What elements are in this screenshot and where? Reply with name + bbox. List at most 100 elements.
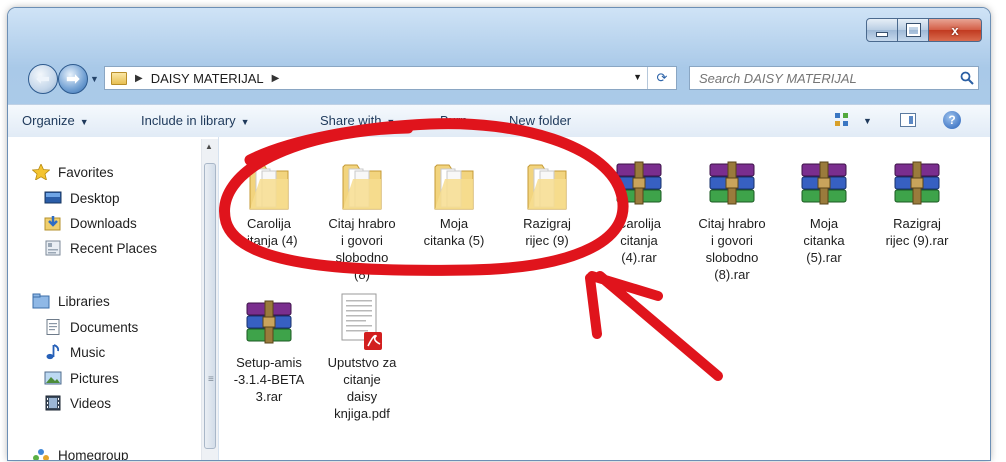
file-name: Razigraj rijec (9).rar: [874, 215, 960, 249]
breadcrumb-folder[interactable]: DAISY MATERIJAL: [151, 71, 264, 86]
rar-file-item[interactable]: Setup-amis -3.1.4-BETA 3.rar: [226, 292, 312, 405]
burn-button[interactable]: Burn: [440, 113, 467, 128]
folder-item[interactable]: Razigraj rijec (9): [504, 153, 590, 249]
sidebar-label: Favorites: [58, 164, 114, 180]
rar-file-item[interactable]: Citaj hrabro i govori slobodno (8).rar: [689, 153, 775, 283]
forward-arrow-icon: ➡: [66, 71, 80, 88]
minimize-icon: [876, 31, 888, 37]
rar-file-item[interactable]: Carolija citanja (4).rar: [596, 153, 682, 266]
navigation-pane: Favorites Desktop Downloads Recent Place…: [8, 137, 219, 460]
file-name-line: citanja: [620, 233, 658, 248]
file-name: Moja citanka (5): [411, 215, 497, 249]
file-name-line: citanka (5): [423, 233, 485, 248]
refresh-button[interactable]: ⟳: [647, 67, 676, 89]
address-dropdown-icon[interactable]: ▼: [633, 72, 642, 82]
file-name-line: knjiga.pdf: [334, 406, 390, 421]
chevron-down-icon: ▼: [386, 117, 396, 127]
sidebar-item-recent-places[interactable]: Recent Places: [44, 240, 157, 256]
folder-icon: [411, 153, 497, 215]
new-folder-button[interactable]: New folder: [509, 113, 571, 128]
file-name-line: i govori: [711, 233, 753, 248]
rar-archive-icon: [226, 292, 312, 354]
scroll-up-icon[interactable]: ▲: [205, 142, 213, 151]
sidebar-label: Documents: [70, 319, 139, 335]
folder-item[interactable]: Citaj hrabro i govori slobodno (8): [319, 153, 405, 283]
breadcrumb-separator-icon[interactable]: ▶: [135, 73, 143, 84]
share-with-button[interactable]: Share with ▼: [320, 113, 395, 128]
preview-pane-icon[interactable]: [900, 113, 916, 127]
sidebar-item-homegroup[interactable]: Homegroup: [32, 447, 129, 460]
search-input[interactable]: [697, 69, 956, 87]
file-name-line: rijec (9).rar: [885, 233, 949, 248]
search-icon[interactable]: [956, 67, 978, 89]
folder-icon: [504, 153, 590, 215]
close-button[interactable]: x: [929, 18, 982, 42]
sidebar-item-favorites[interactable]: Favorites: [32, 164, 114, 180]
sidebar-item-desktop[interactable]: Desktop: [44, 190, 120, 206]
file-name-line: Razigraj: [523, 216, 571, 231]
forward-button[interactable]: ➡: [58, 64, 88, 94]
scroll-grip-icon: ≡: [208, 374, 214, 385]
file-name-line: citanja (4): [240, 233, 298, 248]
file-list: Carolija citanja (4) Citaj hrabro i govori s…: [219, 137, 990, 460]
sidebar-item-pictures[interactable]: Pictures: [44, 370, 119, 386]
sidebar-item-music[interactable]: Music: [44, 344, 105, 360]
file-name-line: i govori: [341, 233, 383, 248]
pdf-icon: [319, 292, 405, 354]
share-with-label: Share with: [320, 113, 382, 128]
file-name-line: Citaj hrabro: [698, 216, 766, 231]
folder-item[interactable]: Carolija citanja (4): [226, 153, 312, 249]
desktop-icon: [44, 191, 62, 204]
file-name-line: Moja: [439, 216, 469, 231]
scroll-thumb[interactable]: ≡: [204, 163, 216, 449]
maximize-icon: [905, 23, 921, 37]
file-name: Uputstvo za citanje daisy knjiga.pdf: [319, 354, 405, 422]
sidebar-label: Libraries: [58, 293, 110, 309]
file-name: Carolija citanja (4).rar: [596, 215, 682, 266]
sidebar-item-libraries[interactable]: Libraries: [32, 293, 110, 309]
file-name-line: daisy: [346, 389, 378, 404]
sidebar-label: Desktop: [70, 190, 120, 206]
folder-icon: [226, 153, 312, 215]
sidebar-label: Pictures: [70, 370, 119, 386]
sidebar-item-downloads[interactable]: Downloads: [44, 215, 137, 231]
chevron-down-icon: ▼: [240, 117, 250, 127]
breadcrumb-separator-icon[interactable]: ▶: [272, 73, 280, 84]
sidebar-item-videos[interactable]: Videos: [44, 395, 111, 411]
file-name: Razigraj rijec (9): [504, 215, 590, 249]
pdf-file-item[interactable]: Uputstvo za citanje daisy knjiga.pdf: [319, 292, 405, 422]
file-name: Setup-amis -3.1.4-BETA 3.rar: [226, 354, 312, 405]
folder-item[interactable]: Moja citanka (5): [411, 153, 497, 249]
explorer-window: x ⬅ ➡ ▼ ▶ DAISY MATERIJAL ▶ ▼ ⟳ Organize…: [8, 8, 990, 460]
rar-archive-icon: [689, 153, 775, 215]
sidebar-item-documents[interactable]: Documents: [44, 319, 138, 335]
address-bar[interactable]: ▶ DAISY MATERIJAL ▶ ▼ ⟳: [104, 66, 677, 90]
recent-places-icon: [45, 240, 61, 256]
sidebar-label: Music: [70, 344, 106, 360]
organize-button[interactable]: Organize ▼: [22, 113, 89, 128]
file-name-line: (8): [354, 267, 370, 282]
file-name-line: -3.1.4-BETA: [233, 372, 305, 387]
sidebar-label: Recent Places: [70, 240, 158, 256]
folder-icon: [111, 71, 127, 85]
downloads-icon: [44, 216, 61, 231]
search-box[interactable]: [689, 66, 979, 90]
rar-file-item[interactable]: Moja citanka (5).rar: [781, 153, 867, 266]
rar-file-item[interactable]: Razigraj rijec (9).rar: [874, 153, 960, 249]
file-name-line: Carolija: [246, 216, 292, 231]
file-name-line: Carolija: [616, 216, 662, 231]
view-dropdown-icon[interactable]: ▼: [863, 116, 872, 126]
help-icon[interactable]: ?: [943, 111, 961, 129]
view-options-icon[interactable]: [834, 112, 850, 128]
recent-pages-dropdown[interactable]: ▼: [90, 74, 99, 84]
maximize-button[interactable]: [898, 18, 929, 42]
file-name-line: Moja: [809, 216, 839, 231]
minimize-button[interactable]: [866, 18, 898, 42]
include-in-library-button[interactable]: Include in library ▼: [141, 113, 250, 128]
folder-icon: [319, 153, 405, 215]
documents-icon: [46, 319, 60, 335]
rar-archive-icon: [874, 153, 960, 215]
back-button[interactable]: ⬅: [28, 64, 58, 94]
navigation-scrollbar[interactable]: ▲ ≡: [201, 139, 218, 460]
back-arrow-icon: ⬅: [36, 71, 50, 88]
